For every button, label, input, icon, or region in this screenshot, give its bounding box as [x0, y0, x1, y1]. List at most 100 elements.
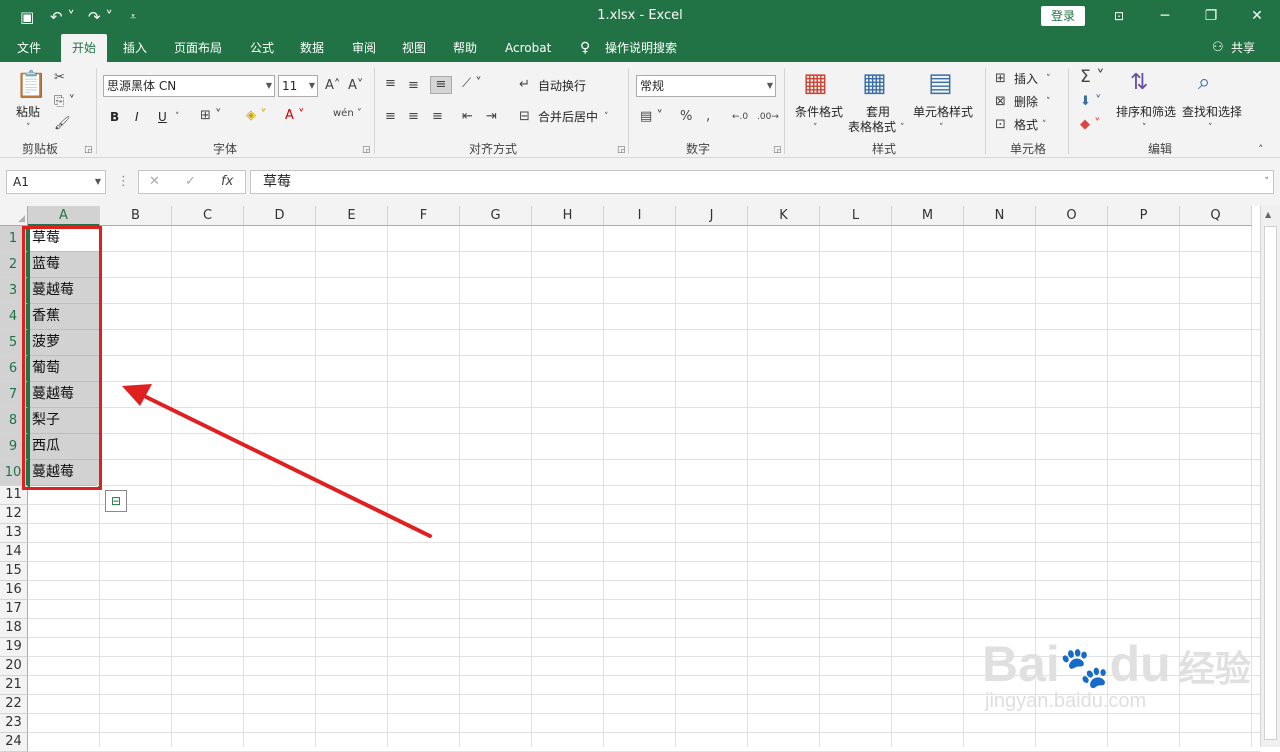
format-as-table-icon[interactable]: ▦	[862, 68, 887, 98]
underline-button[interactable]: U	[158, 109, 167, 125]
align-middle-icon[interactable]: ≡	[408, 78, 419, 94]
percent-icon[interactable]: %	[680, 109, 692, 125]
autosum-icon[interactable]: Σ ˅	[1080, 69, 1105, 86]
chevron-down-icon[interactable]: ˅	[813, 120, 818, 136]
decrease-indent-icon[interactable]: ⇤	[462, 109, 473, 125]
chevron-down-icon[interactable]: ˅	[939, 120, 944, 136]
share-button[interactable]: 共享	[1231, 34, 1255, 62]
decrease-decimal-icon[interactable]: .00→	[757, 109, 779, 125]
name-box[interactable]: A1 ▼	[6, 170, 106, 194]
cell-styles-icon[interactable]: ▤	[928, 68, 953, 98]
close-button[interactable]: ✕	[1242, 6, 1272, 26]
wrap-text-icon[interactable]: ↵	[519, 77, 530, 93]
tab-review[interactable]: 审阅	[352, 34, 376, 62]
format-cells-button[interactable]: 格式	[1014, 117, 1038, 133]
chevron-down-icon[interactable]: ˅	[1046, 71, 1051, 87]
tab-insert[interactable]: 插入	[123, 34, 147, 62]
format-as-table-line1[interactable]: 套用	[866, 104, 890, 120]
align-right-icon[interactable]: ≡	[432, 109, 443, 125]
scroll-up-icon[interactable]: ▲	[1265, 210, 1271, 219]
chevron-down-icon[interactable]: ˅	[1046, 94, 1051, 110]
find-select-button[interactable]: 查找和选择	[1182, 104, 1242, 120]
tab-data[interactable]: 数据	[300, 34, 324, 62]
merge-center-icon[interactable]: ⊟	[519, 109, 530, 125]
paste-icon[interactable]: 📋	[15, 70, 47, 100]
delete-cells-icon[interactable]: ⊠	[995, 94, 1006, 110]
tab-file[interactable]: 文件	[17, 34, 41, 62]
tell-me-search[interactable]: 操作说明搜索	[605, 34, 677, 62]
insert-cells-button[interactable]: 插入	[1014, 71, 1038, 87]
format-painter-icon[interactable]: 🖌	[54, 116, 71, 132]
chevron-down-icon[interactable]: ˅	[175, 109, 180, 125]
insert-function-icon[interactable]: fx	[221, 174, 233, 190]
phonetic-icon[interactable]: wén ˅	[333, 106, 362, 122]
chevron-down-icon[interactable]: ˅	[1208, 120, 1213, 136]
chevron-down-icon[interactable]: ˅	[604, 109, 609, 125]
accounting-format-icon[interactable]: ▤ ˅	[640, 109, 663, 125]
conditional-formatting-icon[interactable]: ▦	[803, 68, 828, 98]
tab-page-layout[interactable]: 页面布局	[174, 34, 222, 62]
wrap-text-button[interactable]: 自动换行	[538, 78, 586, 94]
align-center-icon[interactable]: ≡	[408, 109, 419, 125]
tab-help[interactable]: 帮助	[453, 34, 477, 62]
conditional-formatting-button[interactable]: 条件格式	[795, 104, 843, 120]
cut-icon[interactable]: ✂	[54, 70, 65, 86]
customize-toolbar-icon[interactable]: ⩡	[130, 7, 136, 27]
orientation-icon[interactable]: ⟋ ˅	[462, 76, 482, 92]
align-bottom-icon[interactable]: ≡	[430, 76, 452, 94]
italic-button[interactable]: I	[135, 109, 139, 125]
sort-filter-button[interactable]: 排序和筛选	[1116, 104, 1176, 120]
collapse-ribbon-icon[interactable]: ˄	[1258, 142, 1264, 158]
minimize-button[interactable]: ─	[1150, 6, 1180, 26]
tab-home[interactable]: 开始	[61, 34, 108, 62]
fill-icon[interactable]: ⬇ ˅	[1080, 94, 1102, 110]
merge-center-button[interactable]: 合并后居中	[538, 109, 598, 125]
increase-decimal-icon[interactable]: ←.0	[732, 109, 748, 125]
lightbulb-icon[interactable]: ♀	[580, 34, 590, 62]
comma-style-icon[interactable]: ,	[706, 109, 710, 125]
chevron-down-icon[interactable]: ▼	[95, 171, 101, 193]
clear-icon[interactable]: ◆ ˅	[1080, 117, 1101, 133]
increase-font-icon[interactable]: A˄	[325, 78, 340, 94]
copy-icon[interactable]: ⎘ ˅	[54, 94, 75, 110]
dialog-launcher-icon[interactable]: ◲	[617, 145, 626, 155]
chevron-down-icon[interactable]: ˅	[900, 120, 905, 136]
person-icon[interactable]: ⚇	[1212, 34, 1224, 62]
dialog-launcher-icon[interactable]: ◲	[362, 145, 371, 155]
dialog-launcher-icon[interactable]: ◲	[773, 145, 782, 155]
fill-color-icon[interactable]: ◈ ˅	[246, 108, 267, 124]
decrease-font-icon[interactable]: A˅	[348, 78, 363, 94]
vertical-scrollbar[interactable]: ▲	[1260, 206, 1280, 747]
format-as-table-line2[interactable]: 表格格式	[848, 119, 896, 135]
delete-cells-button[interactable]: 删除	[1014, 94, 1038, 110]
cell-styles-button[interactable]: 单元格样式	[913, 104, 973, 120]
dialog-launcher-icon[interactable]: ◲	[84, 145, 93, 155]
chevron-down-icon[interactable]: ˅	[1142, 120, 1147, 136]
bold-button[interactable]: B	[110, 109, 119, 125]
increase-indent-icon[interactable]: ⇥	[486, 109, 497, 125]
align-top-icon[interactable]: ≡	[385, 76, 396, 92]
enter-icon[interactable]: ✓	[185, 174, 196, 190]
tab-acrobat[interactable]: Acrobat	[505, 34, 551, 62]
save-icon[interactable]: ▣	[20, 7, 34, 27]
format-cells-icon[interactable]: ⊡	[995, 117, 1006, 133]
worksheet-grid[interactable]: ◢ ABCDEFGHIJKLMNOPQ 1 2 3 4 5 6 7 8 9 10 11 12 13 14 1…	[0, 206, 1280, 752]
font-color-icon[interactable]: A ˅	[285, 108, 305, 124]
redo-icon[interactable]: ↷ ˅	[88, 7, 113, 27]
expand-formula-icon[interactable]: ˅	[1265, 171, 1270, 193]
find-select-icon[interactable]: ⌕	[1198, 68, 1210, 98]
scroll-thumb[interactable]	[1264, 226, 1277, 740]
borders-icon[interactable]: ⊞ ˅	[200, 108, 222, 124]
login-button[interactable]: 登录	[1041, 6, 1085, 26]
formula-input[interactable]: 草莓 ˅	[250, 170, 1274, 194]
cancel-icon[interactable]: ✕	[149, 174, 160, 190]
font-size-select[interactable]: 11 ▼	[278, 75, 318, 97]
restore-button[interactable]: ❐	[1196, 6, 1226, 26]
align-left-icon[interactable]: ≡	[385, 109, 396, 125]
ribbon-display-icon[interactable]: ⊡	[1104, 6, 1134, 26]
tab-formulas[interactable]: 公式	[250, 34, 274, 62]
number-format-select[interactable]: 常规 ▼	[636, 75, 776, 97]
chevron-down-icon[interactable]: ˅	[1042, 117, 1047, 133]
paste-button[interactable]: 粘贴	[16, 104, 40, 120]
sort-filter-icon[interactable]: ⇅	[1130, 68, 1148, 98]
